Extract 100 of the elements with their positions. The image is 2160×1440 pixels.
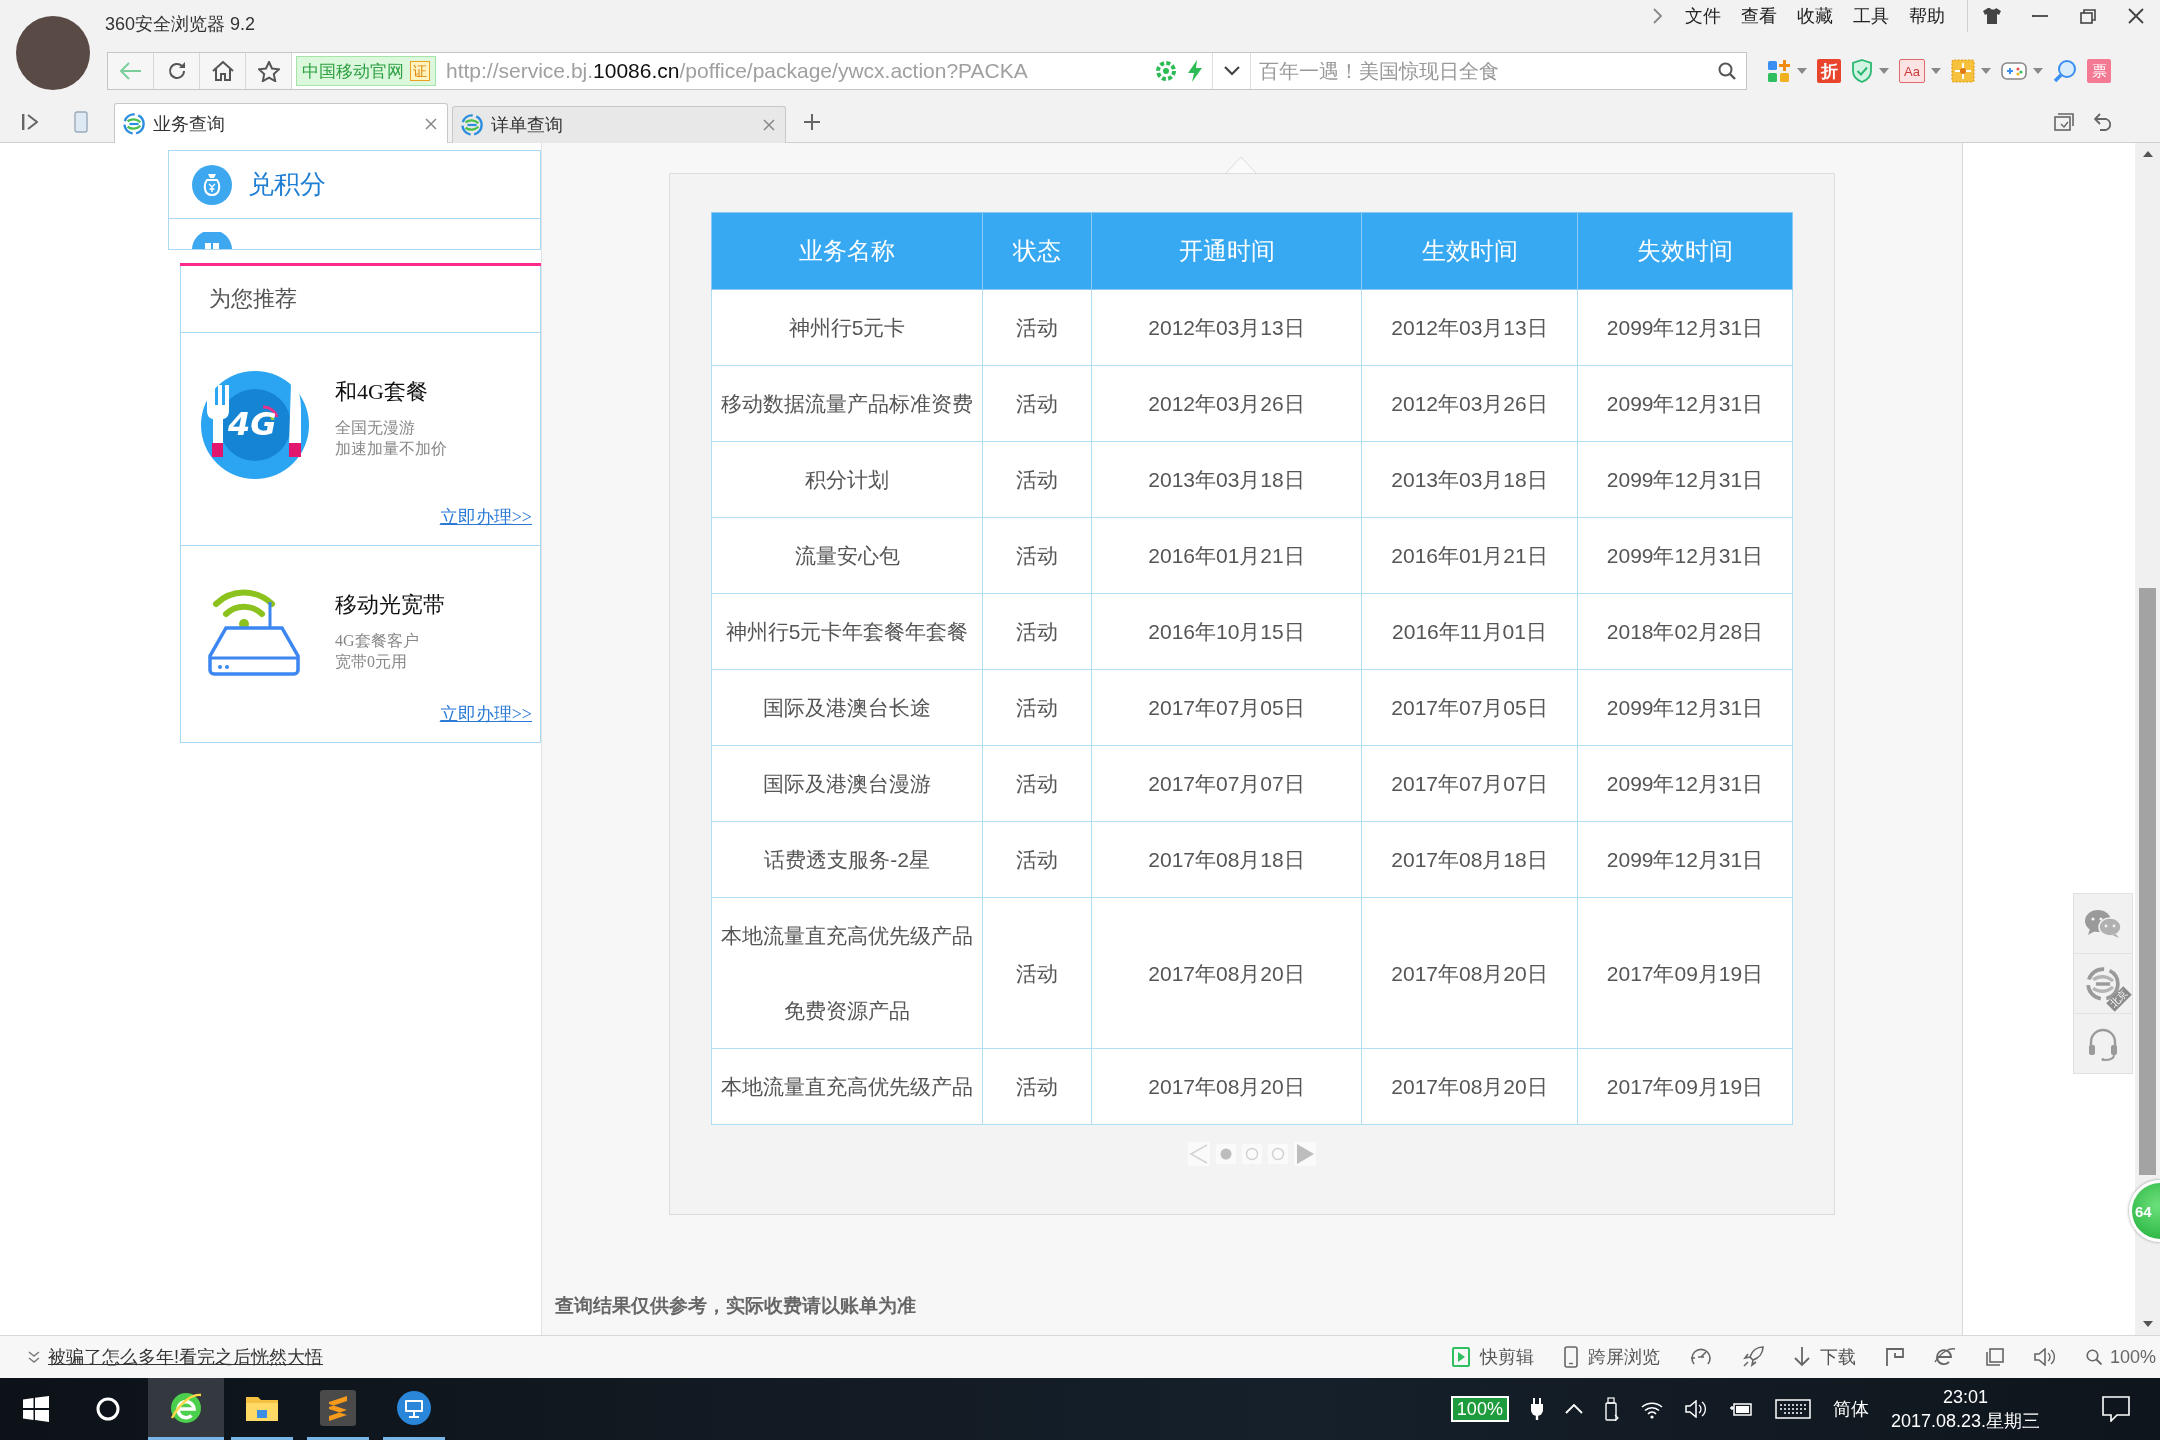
star-icon[interactable] (257, 60, 280, 82)
bookmark-button[interactable] (246, 53, 292, 89)
ring-icon[interactable] (96, 1397, 120, 1421)
caret-icon[interactable] (1879, 68, 1889, 74)
page-dot-icon[interactable] (1242, 1144, 1262, 1164)
table-cell: 2012年03月13日 (1091, 289, 1362, 366)
search-field[interactable]: 百年一遇！美国惊现日全食 (1259, 56, 1710, 86)
shirt-icon[interactable] (1983, 8, 2001, 24)
table-cell: 2017年09月19日 (1577, 1048, 1793, 1125)
flag-icon[interactable] (1885, 1348, 1904, 1366)
zigzag-logo-icon[interactable] (320, 1389, 356, 1426)
taskbar-app[interactable] (148, 1378, 224, 1440)
start-icon[interactable] (23, 1396, 49, 1422)
power-icon[interactable] (1728, 1401, 1753, 1417)
table-cell: 2013年03月18日 (1091, 441, 1362, 518)
scrollbar-thumb[interactable] (2139, 588, 2156, 1175)
table-cell: 2017年08月20日 (1091, 897, 1362, 1049)
table-cell: 2099年12月31日 (1577, 745, 1793, 822)
menu-item[interactable]: 收藏 (1787, 4, 1843, 28)
apply-link[interactable]: 立即办理>> (439, 702, 532, 726)
gamepad-icon[interactable] (2001, 60, 2027, 82)
url-text[interactable]: http://service.bj.10086.cn/poffice/package/ywcx.action?PACKA (446, 59, 1028, 83)
wifi-icon[interactable] (1640, 1399, 1663, 1419)
home-button[interactable] (200, 53, 246, 89)
menu-item[interactable]: 文件 (1675, 4, 1731, 28)
table-cell: 2099年12月31日 (1577, 821, 1793, 898)
e-logo-icon[interactable] (1933, 1347, 1956, 1367)
apply-link[interactable]: 立即办理>> (439, 505, 532, 529)
table-cell: 2012年03月26日 (1361, 365, 1578, 442)
download-button[interactable]: 下载 (1793, 1345, 1856, 1369)
chevron-icon[interactable] (1653, 8, 1663, 24)
section-title: 为您推荐 (181, 266, 540, 333)
caret-icon[interactable] (1797, 68, 1807, 74)
money-bag-icon[interactable] (192, 164, 232, 205)
magnifier-icon[interactable] (2053, 59, 2077, 83)
cross-screen-button[interactable]: 跨屏浏览 (1563, 1345, 1660, 1369)
keyboard-icon[interactable] (1774, 1399, 1811, 1419)
apps-grid-icon[interactable] (1767, 59, 1791, 83)
disclaimer-note: 查询结果仅供参考，实际收费请以账单为准 (555, 1294, 917, 1318)
table-cell: 流量安心包 (711, 517, 983, 594)
scroll-down-icon[interactable] (2142, 1321, 2153, 1327)
caret-icon[interactable] (1981, 68, 1991, 74)
swirl-logo-icon[interactable] (461, 114, 483, 136)
download-arrow-icon[interactable] (1793, 1347, 1810, 1367)
restore-icon[interactable] (2080, 8, 2096, 24)
menu-item[interactable]: 工具 (1843, 4, 1899, 28)
gift-box-icon[interactable] (1951, 59, 1975, 83)
grid-icon[interactable] (192, 232, 232, 249)
home-icon[interactable] (211, 61, 234, 81)
table-cell: 移动数据流量产品标准资费 (711, 365, 983, 442)
clip-button[interactable]: 快剪辑 (1451, 1345, 1534, 1369)
offer-title: 和4G套餐 (335, 378, 429, 406)
caret-up-icon[interactable] (1564, 1404, 1583, 1414)
usb-drive-icon[interactable] (1604, 1397, 1619, 1421)
table-cell: 2099年12月31日 (1577, 289, 1793, 366)
discount-button[interactable]: 折 (1817, 59, 1841, 83)
gauge-icon[interactable] (1689, 1347, 1712, 1367)
history-dropdown-button[interactable] (1212, 53, 1251, 89)
table-cell: 活动 (982, 517, 1092, 594)
reload-button[interactable] (154, 53, 200, 89)
scrollbar[interactable] (2135, 143, 2160, 1335)
tab[interactable]: 业务查询 (114, 103, 448, 143)
battery-indicator[interactable]: 100% (1450, 1396, 1509, 1422)
caret-icon[interactable] (1931, 68, 1941, 74)
plug-icon[interactable] (1530, 1398, 1543, 1420)
input-method-label[interactable]: 简体 (1832, 1397, 1869, 1421)
globe-e-icon[interactable] (169, 1390, 203, 1425)
font-button[interactable]: Aa (1899, 59, 1925, 83)
zoom-icon[interactable] (2085, 1349, 2102, 1365)
menu-item[interactable]: 帮助 (1899, 4, 1955, 28)
double-chevron-icon[interactable] (28, 1351, 40, 1363)
reload-icon[interactable] (166, 61, 187, 81)
close-icon[interactable] (2128, 8, 2144, 24)
speaker-icon[interactable] (1684, 1400, 1707, 1418)
table-cell: 本地流量直充高优先级产品 (711, 1048, 983, 1125)
plus-icon[interactable] (804, 114, 820, 130)
windows-stack-icon[interactable] (2054, 113, 2074, 131)
caret-icon[interactable] (2033, 68, 2043, 74)
table-cell: 神州行5元卡 (711, 289, 983, 366)
clock-time[interactable]: 23:01 (1942, 1385, 1988, 1409)
table-cell: 2017年08月18日 (1091, 821, 1362, 898)
table-cell: 2012年03月26日 (1091, 365, 1362, 442)
clock-date[interactable]: 2017.08.23.星期三 (1890, 1409, 2040, 1433)
page-dot-icon[interactable] (1268, 1144, 1288, 1164)
phone-icon[interactable] (1563, 1346, 1578, 1368)
menu-item[interactable]: 查看 (1731, 4, 1787, 28)
sidebar-toggle-icon[interactable] (22, 114, 38, 130)
rocket-icon[interactable] (1741, 1346, 1764, 1368)
search-icon[interactable] (1718, 62, 1736, 80)
zoom-button[interactable]: 100% (2085, 1346, 2156, 1368)
news-link[interactable]: 被骗了怎么多年!看完之后恍然大悟 (48, 1345, 323, 1369)
scroll-up-icon[interactable] (2142, 151, 2153, 157)
monitor-icon[interactable] (397, 1390, 431, 1425)
tab[interactable]: 详单查询 (452, 106, 786, 143)
undo-icon[interactable] (2094, 113, 2114, 131)
offer-description: 加速加量不加价 (335, 439, 447, 459)
notification-icon[interactable] (2102, 1396, 2130, 1422)
window-icon[interactable] (1985, 1348, 2004, 1366)
chevron-down-icon[interactable] (1223, 66, 1240, 76)
swirl-logo-icon[interactable] (123, 112, 145, 135)
